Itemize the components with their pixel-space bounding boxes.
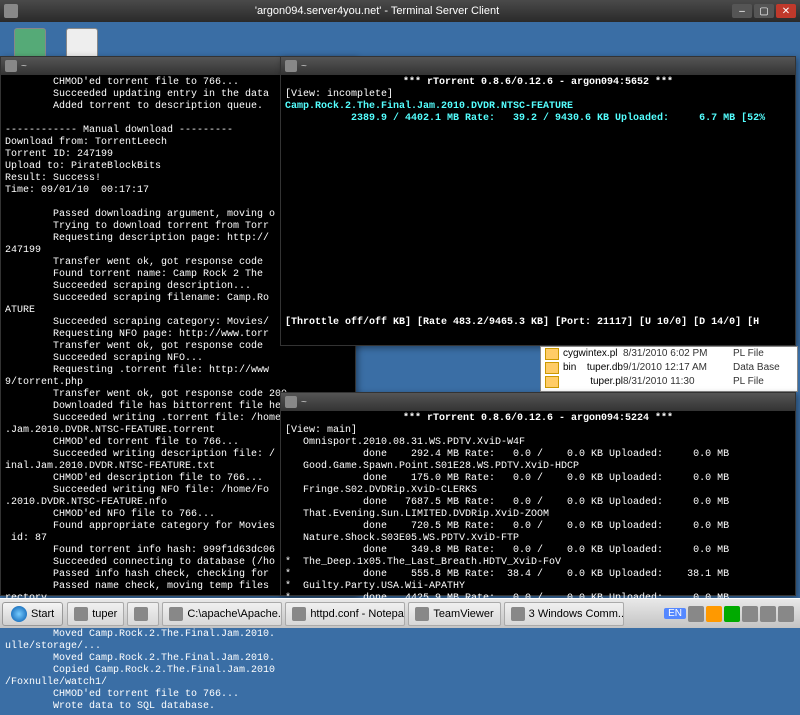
taskbar-button[interactable]: httpd.conf - Notepad	[285, 602, 405, 626]
remote-desktop[interactable]: ~ CHMOD'ed torrent file to 766... Succee…	[0, 22, 800, 598]
window-titlebar: 'argon094.server4you.net' - Terminal Ser…	[0, 0, 800, 22]
taskbar-button[interactable]	[127, 602, 159, 626]
maximize-button[interactable]: ▢	[754, 4, 774, 18]
torrent-item-name[interactable]: Camp.Rock.2.The.Final.Jam.2010.DVDR.NTSC…	[285, 101, 573, 112]
taskbar-button[interactable]: C:\apache\Apache...	[162, 602, 282, 626]
terminal-header[interactable]: ~	[281, 57, 795, 75]
taskbar-button[interactable]: tuper	[67, 602, 124, 626]
terminal-header[interactable]: ~	[281, 393, 795, 411]
taskbar-label: tuper	[92, 608, 117, 620]
folder-icon	[545, 362, 559, 374]
taskbar-app-icon	[74, 607, 88, 621]
torrent-item[interactable]: Fringe.S02.DVDRip.XviD-CLERKS done 7687.…	[285, 485, 791, 509]
taskbar-app-icon	[134, 607, 148, 621]
tray-icon[interactable]	[688, 606, 704, 622]
rtorrent-view: [View: incomplete]	[285, 89, 393, 100]
torrent-item[interactable]: Nature.Shock.S03E05.WS.PDTV.XviD-FTP don…	[285, 533, 791, 557]
torrent-item[interactable]: Omnisport.2010.08.31.WS.PDTV.XviD-W4F do…	[285, 437, 791, 461]
tray-icon[interactable]	[778, 606, 794, 622]
terminal-icon	[285, 396, 297, 408]
close-button[interactable]: ✕	[776, 4, 796, 18]
rtorrent-title: *** rTorrent 0.8.6/0.12.6 - argon094:522…	[285, 413, 791, 425]
file-row[interactable]: cygwintex.pl8/31/2010 6:02 PMPL File	[541, 347, 797, 361]
taskbar-button[interactable]: TeamViewer	[408, 602, 500, 626]
terminal-output[interactable]: *** rTorrent 0.8.6/0.12.6 - argon094:522…	[281, 411, 795, 619]
taskbar-app-icon	[415, 607, 429, 621]
taskbar-label: C:\apache\Apache...	[187, 608, 282, 620]
start-button[interactable]: Start	[2, 602, 63, 626]
terminal-window-rtorrent-bottom[interactable]: ~ *** rTorrent 0.8.6/0.12.6 - argon094:5…	[280, 392, 796, 596]
taskbar-button[interactable]: 3 Windows Comm...	[504, 602, 624, 626]
app-icon	[4, 4, 18, 18]
rtorrent-title: *** rTorrent 0.8.6/0.12.6 - argon094:565…	[285, 77, 791, 89]
rtorrent-view: [View: main]	[285, 425, 357, 436]
start-label: Start	[31, 608, 54, 620]
minimize-button[interactable]: –	[732, 4, 752, 18]
taskbar[interactable]: Start tuper C:\apache\Apache... httpd.conf…	[0, 598, 800, 628]
terminal-header-text: ~	[301, 61, 307, 72]
language-indicator[interactable]: EN	[664, 608, 686, 619]
tray-icon[interactable]	[742, 606, 758, 622]
torrent-item-stats: 2389.9 / 4402.1 MB Rate: 39.2 / 9430.6 K…	[285, 113, 765, 124]
folder-icon	[545, 376, 559, 388]
terminal-icon	[5, 60, 17, 72]
taskbar-app-icon	[169, 607, 183, 621]
rtorrent-statusbar: [Throttle off/off KB] [Rate 483.2/9465.3…	[285, 317, 759, 328]
taskbar-label: TeamViewer	[433, 608, 493, 620]
file-explorer-window[interactable]: cygwintex.pl8/31/2010 6:02 PMPL File bin…	[540, 346, 798, 392]
terminal-header-text: ~	[21, 61, 27, 72]
tray-icon[interactable]	[760, 606, 776, 622]
window-title: 'argon094.server4you.net' - Terminal Ser…	[24, 5, 730, 17]
terminal-header-text: ~	[301, 397, 307, 408]
file-row[interactable]: tuper.pl8/31/2010 11:30PL File	[541, 375, 797, 389]
taskbar-label: 3 Windows Comm...	[529, 608, 624, 620]
taskbar-app-icon	[292, 607, 306, 621]
taskbar-label: httpd.conf - Notepad	[310, 608, 405, 620]
file-row[interactable]: bintuper.db9/1/2010 12:17 AMData Base	[541, 361, 797, 375]
tray-icon[interactable]	[724, 606, 740, 622]
terminal-icon	[285, 60, 297, 72]
folder-icon	[545, 348, 559, 360]
tray-icon[interactable]	[706, 606, 722, 622]
system-tray[interactable]: EN	[664, 606, 798, 622]
terminal-window-rtorrent-top[interactable]: ~ *** rTorrent 0.8.6/0.12.6 - argon094:5…	[280, 56, 796, 346]
torrent-item[interactable]: Good.Game.Spawn.Point.S01E28.WS.PDTV.Xvi…	[285, 461, 791, 485]
taskbar-app-icon	[511, 607, 525, 621]
torrent-item[interactable]: * The_Deep.1x05.The_Last_Breath.HDTV_Xvi…	[285, 557, 791, 581]
terminal-output[interactable]: *** rTorrent 0.8.6/0.12.6 - argon094:565…	[281, 75, 795, 331]
torrent-item[interactable]: That.Evening.Sun.LIMITED.DVDRip.XviD-ZOO…	[285, 509, 791, 533]
windows-orb-icon	[11, 606, 27, 622]
